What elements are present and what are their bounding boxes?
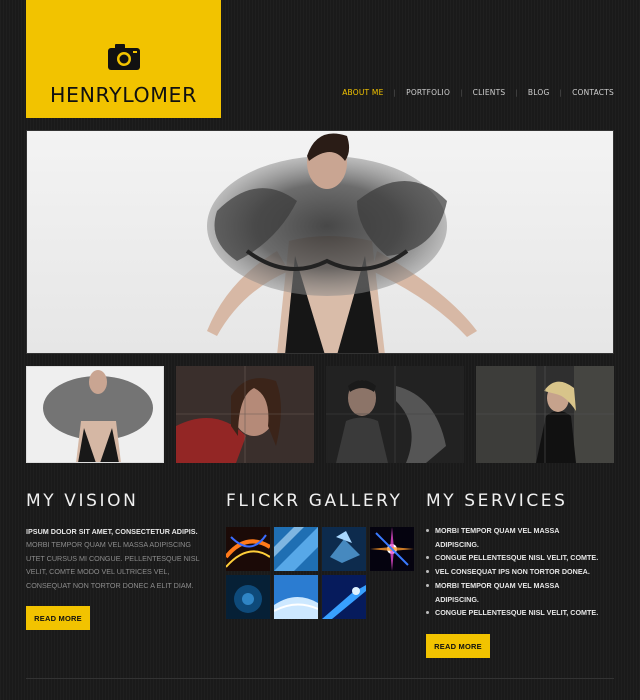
portfolio-thumb[interactable] xyxy=(326,366,464,463)
flickr-photo[interactable] xyxy=(274,575,318,619)
flickr-photo[interactable] xyxy=(274,527,318,571)
portfolio-thumb[interactable] xyxy=(476,366,614,463)
vision-line: MORBI TEMPOR QUAM VEL MASSA ADIPISCING xyxy=(26,540,191,549)
service-item[interactable]: MORBI TEMPOR QUAM VEL MASSA ADIPISCING. xyxy=(426,524,616,551)
nav-blog[interactable]: BLOG xyxy=(528,88,550,97)
vision-body: MORBI TEMPOR QUAM VEL MASSA ADIPISCING U… xyxy=(26,538,218,593)
vision-read-more-button[interactable]: READ MORE xyxy=(26,606,90,630)
service-item-line: CONGUE PELLENTESQUE NISL VELIT, COMTE. xyxy=(435,608,599,618)
vision-line: UTET CURSUS MI CONGUE. PELLENTESQUE NISL xyxy=(26,553,200,563)
flickr-title: FLICKR GALLERY xyxy=(226,491,403,511)
vision-lead: IPSUM DOLOR SIT AMET, CONSECTETUR ADIPIS… xyxy=(26,527,198,536)
brand-last: LOMER xyxy=(122,83,197,107)
brand-first: HENRY xyxy=(50,83,123,107)
nav-separator: | xyxy=(515,88,518,97)
service-item-line: CONGUE PELLENTESQUE NISL VELIT, COMTE. xyxy=(435,553,599,563)
nav-separator: | xyxy=(559,88,563,97)
flickr-photo[interactable] xyxy=(370,527,414,571)
service-item-line: MORBI TEMPOR QUAM VEL MASSA xyxy=(435,580,560,590)
vision-line: VELIT, COMTE MODO VEL ULTRICES VEL, xyxy=(26,567,170,577)
service-item-line: ADIPISCING. xyxy=(435,539,479,549)
service-item[interactable]: VEL CONSEQUAT IPS NON TORTOR DONEA. xyxy=(426,565,616,579)
nav-separator: | xyxy=(460,88,463,97)
camera-icon xyxy=(107,44,140,70)
nav-about-me[interactable]: ABOUT ME xyxy=(342,88,383,97)
vision-line: CONSEQUAT NON TORTOR DONEC A ELIT DIAM. xyxy=(26,581,194,591)
main-nav: ABOUT ME | PORTFOLIO | CLIENTS | BLOG | … xyxy=(342,88,614,97)
portfolio-thumb[interactable] xyxy=(176,366,314,463)
portfolio-thumb[interactable] xyxy=(26,366,164,463)
nav-portfolio[interactable]: PORTFOLIO xyxy=(406,88,450,97)
flickr-photo[interactable] xyxy=(226,527,270,571)
brand-name: HENRYLOMER xyxy=(50,83,197,107)
services-read-more-button[interactable]: READ MORE xyxy=(426,634,490,658)
services-list: MORBI TEMPOR QUAM VEL MASSA ADIPISCING. … xyxy=(426,524,616,620)
service-item[interactable]: CONGUE PELLENTESQUE NISL VELIT, COMTE. xyxy=(426,551,616,565)
flickr-photo[interactable] xyxy=(322,575,366,619)
vision-title: MY VISION xyxy=(26,491,139,511)
nav-clients[interactable]: CLIENTS xyxy=(473,88,506,97)
site-logo[interactable]: HENRYLOMER xyxy=(26,0,221,118)
flickr-photo[interactable] xyxy=(226,575,270,619)
service-item-line: ADIPISCING. xyxy=(435,594,479,604)
hero-image xyxy=(26,130,614,354)
services-title: MY SERVICES xyxy=(426,491,568,511)
service-item-line: VEL CONSEQUAT IPS NON TORTOR DONEA. xyxy=(435,567,590,577)
flickr-photo[interactable] xyxy=(322,527,366,571)
footer-divider xyxy=(26,678,614,679)
service-item[interactable]: MORBI TEMPOR QUAM VEL MASSA ADIPISCING. xyxy=(426,579,616,606)
nav-contacts[interactable]: CONTACTS xyxy=(572,88,614,97)
service-item-line: MORBI TEMPOR QUAM VEL MASSA xyxy=(435,526,560,535)
nav-separator: | xyxy=(393,88,397,97)
service-item[interactable]: CONGUE PELLENTESQUE NISL VELIT, COMTE. xyxy=(426,606,616,620)
